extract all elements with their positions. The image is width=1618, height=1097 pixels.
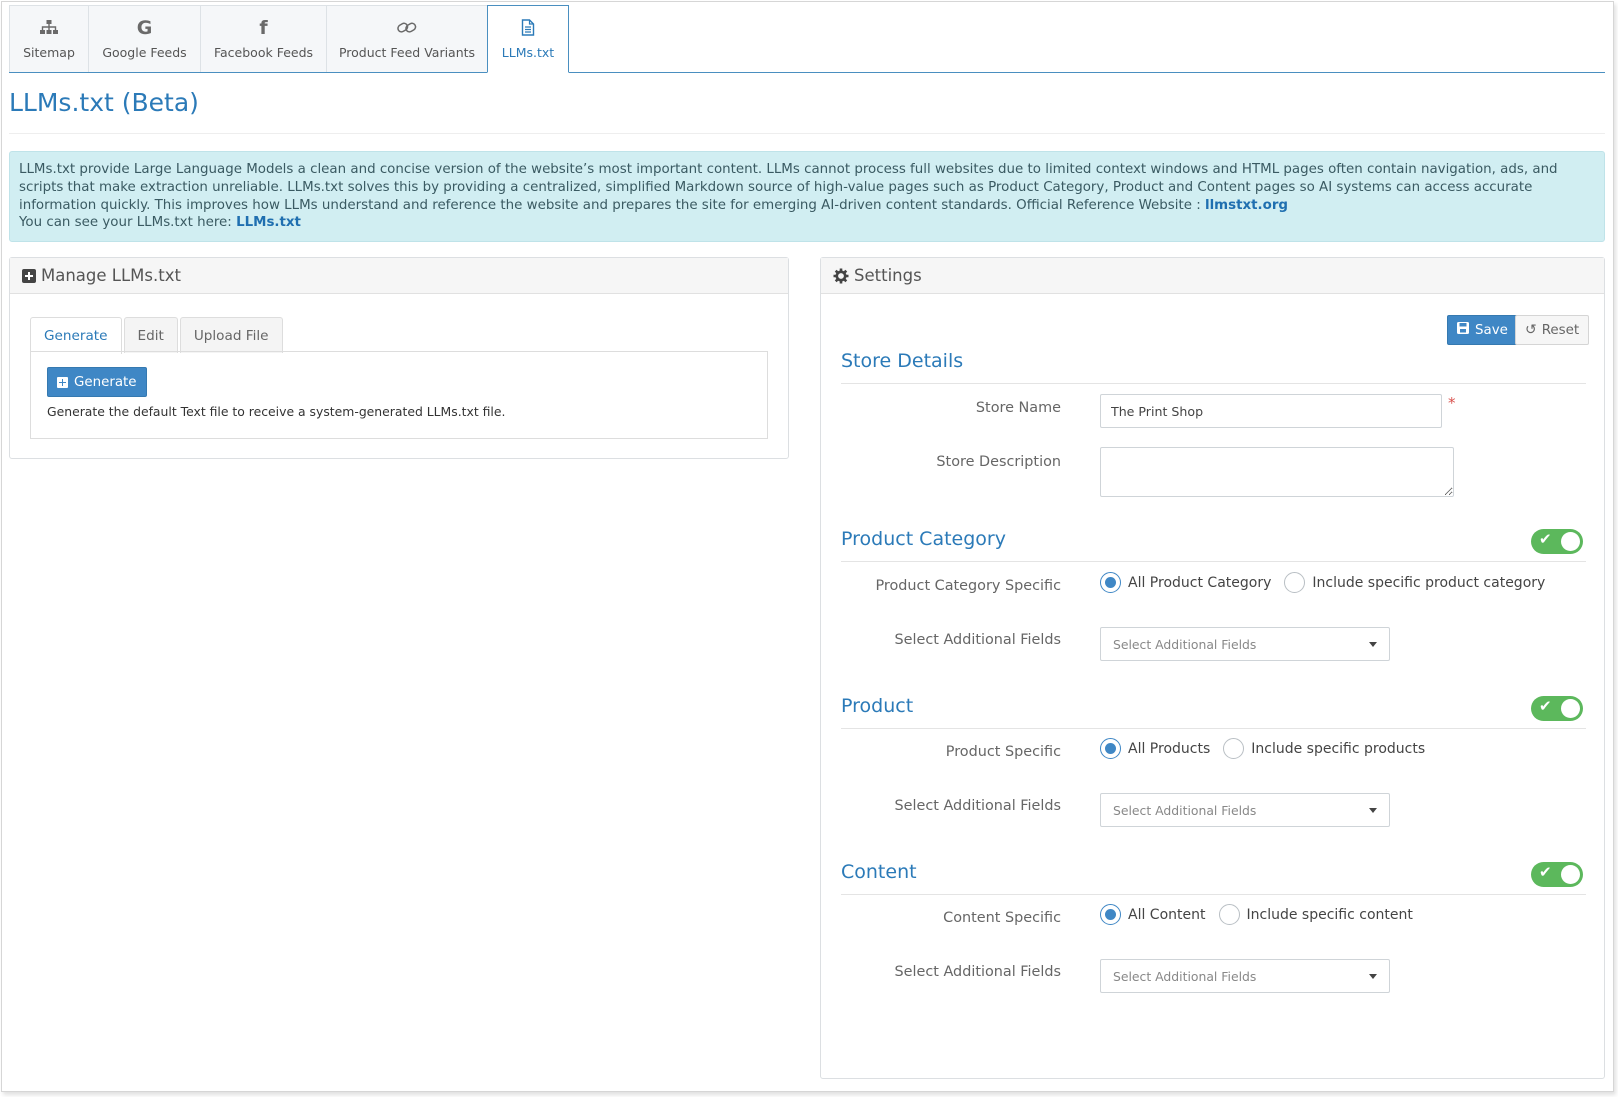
tab-llms-txt[interactable]: LLMs.txt	[487, 5, 569, 73]
content-fields-label: Select Additional Fields	[894, 964, 1062, 980]
reset-button[interactable]: ↺ Reset	[1515, 315, 1590, 345]
tab-google-feeds-label: Google Feeds	[102, 44, 187, 60]
info-alert: LLMs.txt provide Large Language Models a…	[9, 151, 1605, 242]
required-mark: *	[1448, 394, 1456, 412]
product-specific-label: Product Specific	[945, 744, 1061, 760]
product-category-fields-label: Select Additional Fields	[894, 632, 1062, 648]
radio-all-content-label[interactable]: All Content	[1128, 907, 1206, 923]
radio-specific-products[interactable]	[1223, 738, 1245, 759]
radio-all-products-label[interactable]: All Products	[1128, 741, 1210, 757]
tab-sitemap[interactable]: Sitemap	[9, 5, 89, 72]
content-toggle[interactable]: ✔	[1531, 862, 1583, 887]
tab-upload-file[interactable]: Upload File	[179, 317, 283, 353]
reset-button-label: Reset	[1541, 322, 1580, 338]
settings-panel-title: Settings	[854, 266, 922, 285]
google-icon: G	[136, 16, 153, 39]
tab-product-feed-variants-label: Product Feed Variants	[338, 44, 476, 60]
select-placeholder: Select Additional Fields	[1113, 802, 1257, 818]
plus-icon	[57, 376, 68, 388]
content-heading: Content	[841, 861, 1586, 895]
product-fields-label: Select Additional Fields	[894, 798, 1062, 814]
product-toggle[interactable]: ✔	[1531, 696, 1583, 721]
manage-tabs: Generate Edit Upload File	[30, 316, 285, 354]
tab-llms-txt-label: LLMs.txt	[501, 44, 555, 60]
manage-panel-header: Manage LLMs.txt	[10, 258, 788, 294]
store-description-label: Store Description	[936, 454, 1061, 470]
caret-down-icon	[1369, 808, 1377, 813]
manage-llms-panel: Manage LLMs.txt Generate Edit Upload Fil…	[9, 257, 789, 459]
see-llms-text: You can see your LLMs.txt here:	[19, 215, 237, 231]
tab-generate[interactable]: Generate	[30, 317, 122, 354]
radio-all-product-category-label[interactable]: All Product Category	[1128, 575, 1271, 591]
check-icon: ✔	[1539, 530, 1552, 548]
title-divider	[9, 133, 1605, 134]
radio-specific-products-label[interactable]: Include specific products	[1251, 741, 1425, 757]
radio-specific-product-category-label[interactable]: Include specific product category	[1312, 575, 1545, 591]
llmstxt-org-link[interactable]: llmstxt.org	[1205, 198, 1288, 213]
top-tab-bar: Sitemap G Google Feeds f Facebook Feeds …	[9, 5, 1605, 73]
tab-product-feed-variants[interactable]: Product Feed Variants	[326, 5, 488, 72]
check-icon: ✔	[1539, 863, 1552, 881]
settings-panel-header: Settings	[821, 258, 1604, 294]
tab-sitemap-label: Sitemap	[23, 44, 75, 60]
radio-specific-product-category[interactable]	[1284, 572, 1306, 593]
content-radio-group: All Content Include specific content	[1100, 904, 1426, 925]
generate-tab-content: Generate Generate the default Text file …	[30, 351, 768, 439]
file-text-icon	[521, 19, 535, 37]
select-placeholder: Select Additional Fields	[1113, 636, 1257, 652]
product-fields-select[interactable]: Select Additional Fields	[1100, 793, 1390, 827]
radio-all-content[interactable]	[1100, 904, 1121, 925]
content-specific-label: Content Specific	[943, 910, 1061, 926]
store-description-textarea[interactable]	[1100, 447, 1454, 497]
radio-all-product-category[interactable]	[1100, 572, 1121, 593]
select-placeholder: Select Additional Fields	[1113, 968, 1257, 984]
link-icon	[396, 19, 418, 37]
caret-down-icon	[1369, 642, 1377, 647]
save-icon	[1457, 322, 1469, 338]
caret-down-icon	[1369, 974, 1377, 979]
gear-icon	[833, 268, 849, 284]
tab-edit[interactable]: Edit	[123, 317, 178, 353]
save-button[interactable]: Save	[1447, 315, 1518, 345]
generate-button[interactable]: Generate	[47, 367, 147, 397]
content-fields-select[interactable]: Select Additional Fields	[1100, 959, 1390, 993]
product-category-radio-group: All Product Category Include specific pr…	[1100, 572, 1558, 593]
product-category-heading: Product Category	[841, 528, 1586, 562]
product-radio-group: All Products Include specific products	[1100, 738, 1438, 759]
llms-txt-link[interactable]: LLMs.txt	[236, 215, 301, 230]
page-title: LLMs.txt (Beta)	[9, 88, 199, 117]
product-category-fields-select[interactable]: Select Additional Fields	[1100, 627, 1390, 661]
radio-specific-content[interactable]	[1218, 904, 1240, 925]
radio-specific-content-label[interactable]: Include specific content	[1247, 907, 1413, 923]
undo-icon: ↺	[1525, 322, 1537, 338]
store-name-input[interactable]	[1100, 394, 1442, 428]
manage-panel-title: Manage LLMs.txt	[41, 266, 181, 285]
tab-facebook-feeds-label: Facebook Feeds	[213, 44, 314, 60]
facebook-icon: f	[259, 16, 268, 39]
store-name-label: Store Name	[975, 400, 1061, 416]
store-details-heading: Store Details	[841, 350, 1586, 384]
settings-panel: Settings Save ↺ Reset Store Details Stor…	[820, 257, 1605, 1079]
product-category-toggle[interactable]: ✔	[1531, 529, 1583, 554]
radio-all-products[interactable]	[1100, 738, 1121, 759]
tab-facebook-feeds[interactable]: f Facebook Feeds	[200, 5, 327, 72]
tab-google-feeds[interactable]: G Google Feeds	[88, 5, 201, 72]
save-button-label: Save	[1475, 322, 1508, 338]
plus-square-icon	[22, 268, 36, 283]
product-heading: Product	[841, 695, 1586, 729]
generate-help-text: Generate the default Text file to receiv…	[47, 404, 506, 419]
info-text: LLMs.txt provide Large Language Models a…	[19, 162, 1558, 213]
check-icon: ✔	[1539, 697, 1552, 715]
sitemap-icon	[39, 19, 59, 37]
product-category-specific-label: Product Category Specific	[875, 578, 1061, 594]
generate-button-label: Generate	[74, 374, 137, 390]
